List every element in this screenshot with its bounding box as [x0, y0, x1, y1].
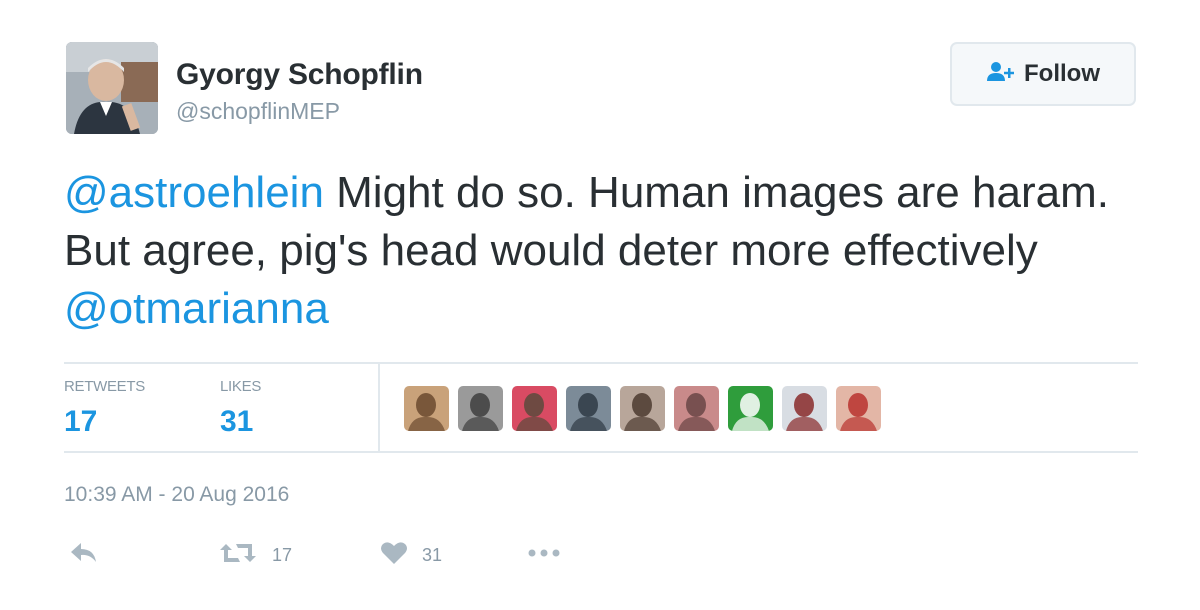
tweet-text: @astroehlein Might do so. Human images a…	[64, 164, 1144, 338]
follow-button-label: Follow	[1024, 60, 1100, 87]
retweet-button[interactable]: 17	[218, 540, 292, 571]
liker-avatar-6[interactable]	[674, 386, 719, 431]
retweets-count: 17	[64, 405, 98, 438]
liker-avatar-7[interactable]	[728, 386, 773, 431]
retweets-label: RETWEETS	[64, 378, 145, 395]
more-dots-icon	[526, 540, 562, 571]
author-avatar[interactable]	[66, 42, 158, 134]
reply-icon	[68, 540, 100, 571]
liker-avatar-1[interactable]	[404, 386, 449, 431]
retweet-icon	[218, 540, 258, 571]
retweet-count: 17	[272, 545, 293, 565]
stats-top-divider	[64, 362, 1138, 364]
like-button[interactable]: 31	[380, 540, 442, 571]
stats-bottom-divider	[64, 451, 1138, 453]
likes-count: 31	[220, 405, 254, 438]
tweet-timestamp[interactable]: 10:39 AM - 20 Aug 2016	[64, 483, 289, 507]
heart-icon	[380, 540, 408, 571]
more-options-button[interactable]	[526, 540, 562, 571]
liker-avatar-2[interactable]	[458, 386, 503, 431]
liker-avatars	[404, 386, 881, 431]
author-name[interactable]: Gyorgy Schopflin	[176, 58, 423, 92]
likes-label: LIKES	[220, 378, 262, 395]
mention-link[interactable]: @astroehlein	[64, 168, 324, 217]
liker-avatar-5[interactable]	[620, 386, 665, 431]
author-handle[interactable]: @schopflinMEP	[176, 98, 340, 125]
retweets-stat[interactable]: RETWEETS 17	[64, 378, 145, 439]
liker-avatar-4[interactable]	[566, 386, 611, 431]
stats-vertical-divider	[378, 364, 380, 452]
liker-avatar-8[interactable]	[782, 386, 827, 431]
like-count: 31	[422, 545, 443, 565]
reply-button[interactable]	[68, 540, 100, 571]
follow-user-plus-icon	[986, 61, 1016, 88]
liker-avatar-3[interactable]	[512, 386, 557, 431]
mention-link[interactable]: @otmarianna	[64, 284, 329, 333]
follow-button[interactable]: Follow	[950, 42, 1136, 106]
liker-avatar-9[interactable]	[836, 386, 881, 431]
likes-stat[interactable]: LIKES 31	[220, 378, 261, 439]
